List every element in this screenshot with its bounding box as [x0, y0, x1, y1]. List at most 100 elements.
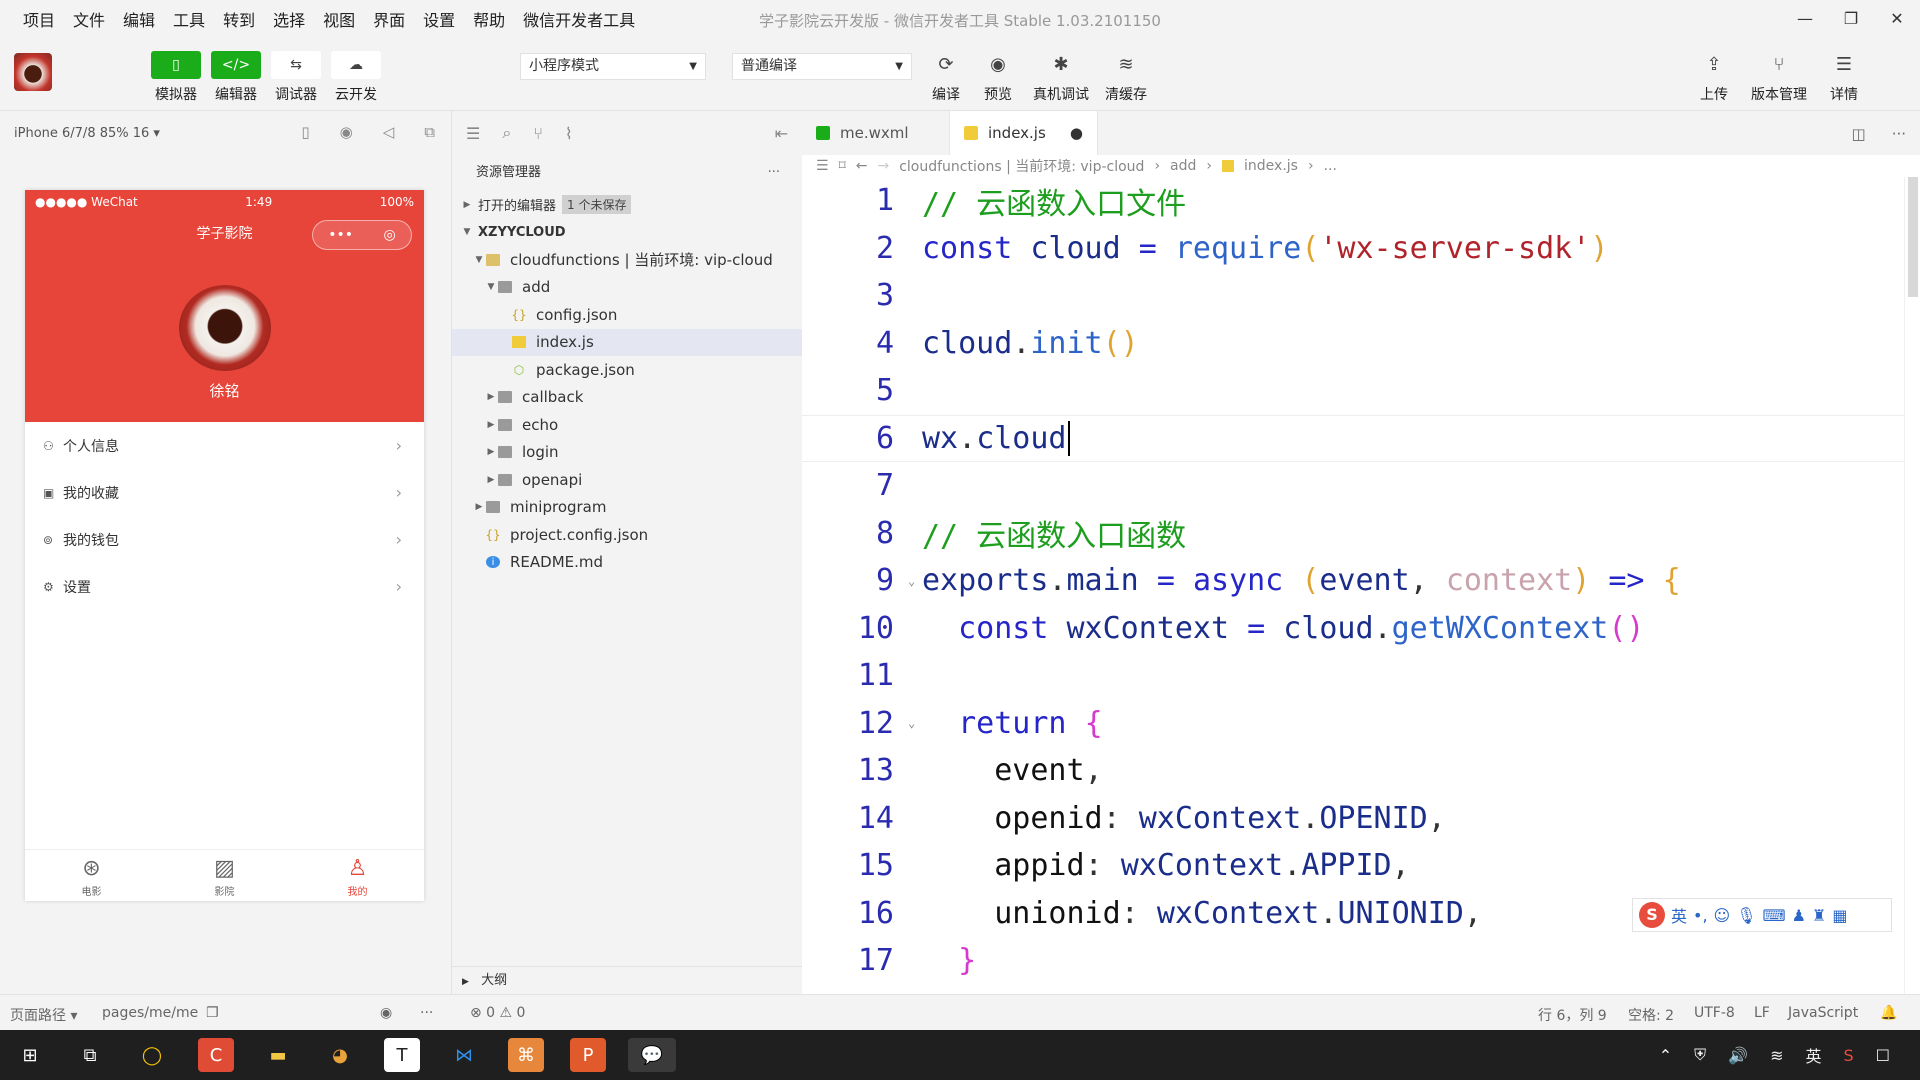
vscode-icon[interactable]: ⋈	[446, 1038, 482, 1072]
menu-edit[interactable]: 编辑	[114, 7, 164, 31]
menu-row-wallet[interactable]: ⊚ 我的钱包 ›	[25, 516, 424, 563]
security-icon[interactable]: ⛨	[1694, 1045, 1706, 1065]
eye-icon[interactable]: ◉	[380, 1005, 392, 1021]
tree-item-callback[interactable]: ▶ callback	[452, 384, 802, 412]
bell-icon[interactable]: 🔔	[1880, 1005, 1897, 1021]
tree-item-miniprogram[interactable]: ▶ miniprogram	[452, 494, 802, 522]
clear-cache-button[interactable]: ≋ 清缓存	[1098, 51, 1154, 104]
wechat-devtools-icon[interactable]: 💬	[628, 1038, 676, 1072]
close-circle-icon[interactable]: ◎	[384, 215, 396, 255]
windows-start-icon[interactable]: ⊞	[12, 1038, 48, 1072]
file-explorer-icon[interactable]: ▬	[260, 1038, 296, 1072]
search-icon[interactable]: ⌕	[502, 123, 511, 143]
app-c-icon[interactable]: C	[198, 1038, 234, 1072]
encoding[interactable]: UTF-8	[1694, 1005, 1735, 1021]
page-path-select[interactable]: 页面路径 ▾	[10, 1005, 77, 1025]
wifi-icon[interactable]: ≋	[1770, 1046, 1783, 1065]
editor-button[interactable]: </> 编辑器	[206, 51, 266, 104]
menu-view[interactable]: 视图	[314, 7, 364, 31]
menu-help[interactable]: 帮助	[464, 7, 514, 31]
volume-icon[interactable]: ◁	[383, 123, 395, 141]
upload-button[interactable]: ⇪ 上传	[1686, 51, 1742, 104]
compile-button[interactable]: ⟳ 编译	[918, 51, 974, 104]
app-orange-icon[interactable]: ⌘	[508, 1038, 544, 1072]
window-icon[interactable]: ⧉	[424, 123, 435, 141]
menu-row-favorites[interactable]: ▣ 我的收藏 ›	[25, 469, 424, 516]
shirt-icon[interactable]: ♜	[1812, 906, 1826, 925]
tab-cinemas[interactable]: ▨ 影院	[158, 850, 291, 901]
line-ending[interactable]: LF	[1754, 1005, 1770, 1021]
more-icon[interactable]: •••	[328, 215, 353, 255]
avatar[interactable]	[14, 53, 52, 91]
task-view-icon[interactable]: ⧉	[72, 1038, 108, 1072]
open-editors-section[interactable]: ▶ 打开的编辑器 1 个未保存	[452, 191, 802, 219]
user-avatar[interactable]	[179, 285, 271, 371]
chevron-up-icon[interactable]: ⌃	[1659, 1046, 1672, 1065]
code-editor[interactable]: 1// 云函数入口文件 2 const cloud = require('wx-s…	[802, 177, 1904, 994]
debugger-button[interactable]: ⇆ 调试器	[266, 51, 326, 104]
tab-me-wxml[interactable]: me.wxml	[802, 111, 950, 155]
simulator-button[interactable]: ▯ 模拟器	[146, 51, 206, 104]
tree-item-cloudfunctions[interactable]: ▼ cloudfunctions | 当前环境: vip-cloud	[452, 246, 802, 274]
back-arrow-icon[interactable]: ←	[856, 158, 868, 174]
microphone-icon[interactable]: 🎙	[1736, 906, 1756, 925]
details-button[interactable]: ☰ 详情	[1816, 51, 1872, 104]
project-root[interactable]: ▼ XZYYCLOUD	[452, 219, 802, 247]
menu-interface[interactable]: 界面	[364, 7, 414, 31]
tree-item-login[interactable]: ▶ login	[452, 439, 802, 467]
more-icon[interactable]: ···	[1892, 125, 1906, 143]
close-icon[interactable]: ✕	[1874, 0, 1920, 37]
device-debug-button[interactable]: ✱ 真机调试	[1030, 51, 1092, 104]
restore-icon[interactable]: ❐	[1828, 0, 1874, 37]
menu-row-profile[interactable]: ⚇ 个人信息 ›	[25, 422, 424, 469]
sogou-tray-icon[interactable]: S	[1844, 1046, 1854, 1065]
tree-item-package-json[interactable]: ⬡ package.json	[452, 356, 802, 384]
ime-toolbar[interactable]: S 英 •, ☺ 🎙 ⌨ ♟ ♜ ▦	[1632, 898, 1892, 932]
tree-item-config-json[interactable]: {} config.json	[452, 301, 802, 329]
tab-me[interactable]: ♙ 我的	[291, 850, 424, 901]
powerpoint-icon[interactable]: P	[570, 1038, 606, 1072]
tree-item-index-js[interactable]: index.js	[452, 328, 802, 356]
menu-project[interactable]: 项目	[14, 7, 64, 31]
tab-index-js[interactable]: index.js ●	[950, 111, 1098, 155]
tree-item-readme[interactable]: i README.md	[452, 549, 802, 577]
forward-arrow-icon[interactable]: →	[877, 158, 889, 174]
problems-count[interactable]: ⊗ 0 ⚠ 0	[470, 1005, 525, 1021]
phone-rotate-icon[interactable]: ▯	[301, 123, 309, 141]
scrollbar-thumb[interactable]	[1908, 177, 1918, 297]
extensions-icon[interactable]: ⌇	[565, 124, 573, 143]
compile-mode-select[interactable]: 普通编译 ▼	[732, 53, 912, 80]
list-icon[interactable]: ☰	[466, 124, 480, 143]
device-select[interactable]: iPhone 6/7/8 85% 16 ▾	[14, 126, 160, 141]
more-icon[interactable]: ···	[420, 1005, 433, 1021]
capsule-menu[interactable]: ••• ◎	[312, 220, 412, 250]
keyboard-icon[interactable]: ⌨	[1763, 906, 1786, 925]
tree-item-openapi[interactable]: ▶ openapi	[452, 466, 802, 494]
bookmark-icon[interactable]: ⌑	[839, 158, 846, 174]
indent-spaces[interactable]: 空格: 2	[1628, 1005, 1674, 1025]
tree-item-echo[interactable]: ▶ echo	[452, 411, 802, 439]
source-control-icon[interactable]: ⑂	[533, 124, 543, 143]
user-icon[interactable]: ♟	[1792, 906, 1806, 925]
menu-tools[interactable]: 工具	[164, 7, 214, 31]
preview-button[interactable]: ◉ 预览	[970, 51, 1026, 104]
cloud-button[interactable]: ☁ 云开发	[326, 51, 386, 104]
menu-settings[interactable]: 设置	[414, 7, 464, 31]
more-icon[interactable]: ···	[768, 155, 780, 191]
language-mode[interactable]: JavaScript	[1788, 1005, 1858, 1021]
unsaved-dot-icon[interactable]: ●	[1070, 124, 1083, 142]
grid-icon[interactable]: ▦	[1832, 906, 1847, 925]
outline-section[interactable]: ▶ 大纲	[452, 966, 802, 994]
copy-icon[interactable]: ❐	[206, 1005, 219, 1021]
record-icon[interactable]: ◉	[340, 123, 353, 141]
emoji-icon[interactable]: ☺	[1714, 906, 1731, 925]
mode-select[interactable]: 小程序模式 ▼	[520, 53, 706, 80]
punctuation-icon[interactable]: •,	[1693, 906, 1708, 925]
search-circle-icon[interactable]: ◯	[134, 1038, 170, 1072]
chrome-icon[interactable]: ◕	[322, 1038, 358, 1072]
notification-icon[interactable]: ☐	[1876, 1046, 1890, 1065]
fold-icon[interactable]: ⌄	[908, 574, 920, 588]
menu-select[interactable]: 选择	[264, 7, 314, 31]
version-button[interactable]: ⑂ 版本管理	[1746, 51, 1812, 104]
menu-file[interactable]: 文件	[64, 7, 114, 31]
